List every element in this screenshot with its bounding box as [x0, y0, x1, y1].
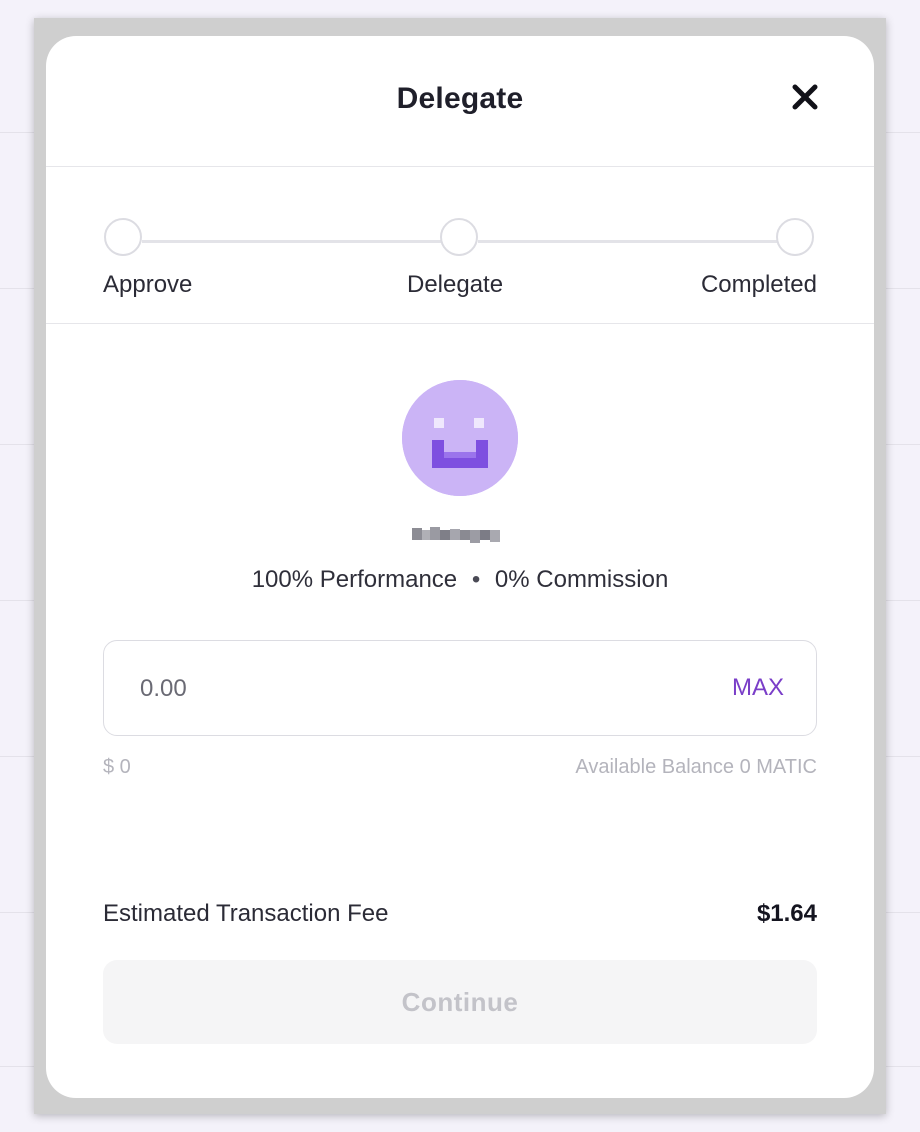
step-connector [142, 240, 442, 243]
validator-stats: 100% Performance • 0% Commission [46, 566, 874, 594]
usd-value: $ 0 [103, 756, 131, 778]
step-delegate-label: Delegate [407, 271, 504, 298]
smiley-avatar-icon [402, 380, 518, 496]
max-button[interactable]: MAX [732, 674, 784, 702]
commission-text: 0% Commission [494, 566, 669, 593]
close-icon [792, 84, 818, 110]
validator-name-redacted [412, 524, 508, 544]
blurred-name-image [412, 527, 500, 543]
step-delegate-indicator [440, 218, 478, 256]
amount-input[interactable] [140, 669, 660, 709]
modal-header: Delegate [46, 36, 874, 167]
progress-stepper: Approve Delegate Completed [46, 167, 874, 324]
modal-title: Delegate [396, 82, 524, 115]
close-button[interactable] [788, 80, 822, 114]
available-balance: Available Balance 0 MATIC [575, 756, 817, 778]
amount-field: MAX [103, 640, 817, 736]
step-completed-label: Completed [700, 271, 817, 298]
step-approve-label: Approve [103, 271, 193, 298]
validator-avatar [402, 380, 518, 496]
continue-button[interactable]: Continue [103, 960, 817, 1044]
step-connector [478, 240, 778, 243]
fee-value: $1.64 [756, 900, 817, 927]
fee-label: Estimated Transaction Fee [103, 900, 389, 927]
stats-separator: • [471, 566, 481, 593]
performance-text: 100% Performance [251, 566, 458, 593]
step-completed-indicator [776, 218, 814, 256]
delegate-modal: Delegate Approve Delegate Completed 100%… [46, 36, 874, 1098]
step-approve-indicator [104, 218, 142, 256]
